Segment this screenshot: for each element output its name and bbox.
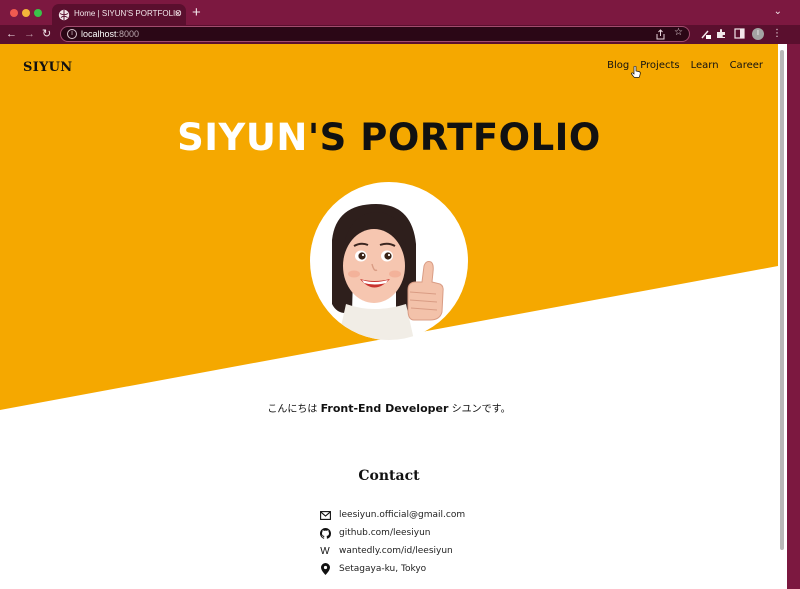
side-panel-icon[interactable] bbox=[734, 28, 745, 39]
greeting-suffix: シユンです。 bbox=[448, 404, 511, 415]
hero-title-rest: 'S PORTFOLIO bbox=[307, 116, 601, 159]
contact-item-github[interactable]: github.com/leesiyun bbox=[319, 524, 465, 542]
mail-icon bbox=[319, 509, 331, 521]
extension-icon[interactable] bbox=[700, 28, 712, 40]
greeting-text: こんにちは Front-End Developer シユンです。 bbox=[0, 400, 778, 415]
share-icon[interactable] bbox=[656, 29, 665, 40]
contact-item-location: Setagaya-ku, Tokyo bbox=[319, 560, 465, 578]
contact-heading: Contact bbox=[358, 468, 420, 484]
nav-link-projects[interactable]: Projects bbox=[640, 60, 679, 71]
browser-toolbar: ← → ↻ i localhost:8000 ☆ I ⋮ bbox=[0, 25, 800, 44]
tab-search-chevron-icon[interactable]: ⌄ bbox=[774, 6, 782, 17]
contact-wantedly-text[interactable]: wantedly.com/id/leesiyun bbox=[339, 546, 453, 556]
profile-avatar[interactable]: I bbox=[752, 28, 764, 40]
reload-button[interactable]: ↻ bbox=[42, 27, 51, 41]
contact-location-text: Setagaya-ku, Tokyo bbox=[339, 564, 427, 574]
new-tab-button[interactable]: + bbox=[192, 5, 201, 20]
contact-list: leesiyun.official@gmail.com github.com/l… bbox=[319, 506, 465, 578]
hero-title: SIYUN'S PORTFOLIO bbox=[0, 116, 778, 159]
close-tab-icon[interactable]: × bbox=[175, 7, 181, 21]
browser-tab-active[interactable]: Home | SIYUN'S PORTFOLIO × bbox=[52, 4, 186, 27]
location-pin-icon bbox=[319, 563, 331, 575]
site-info-icon[interactable]: i bbox=[67, 29, 77, 39]
contact-email-text[interactable]: leesiyun.official@gmail.com bbox=[339, 510, 465, 520]
contact-github-text[interactable]: github.com/leesiyun bbox=[339, 528, 430, 538]
memoji-illustration bbox=[332, 204, 444, 340]
contact-item-email[interactable]: leesiyun.official@gmail.com bbox=[319, 506, 465, 524]
back-button[interactable]: ← bbox=[6, 27, 17, 41]
address-bar[interactable]: i localhost:8000 ☆ bbox=[60, 26, 690, 42]
browser-menu-icon[interactable]: ⋮ bbox=[772, 28, 782, 40]
greeting-prefix: こんにちは bbox=[267, 404, 321, 415]
extensions-puzzle-icon[interactable] bbox=[716, 28, 727, 39]
nav-link-learn[interactable]: Learn bbox=[691, 60, 719, 71]
nav-link-blog[interactable]: Blog bbox=[607, 60, 629, 71]
greeting-role: Front-End Developer bbox=[320, 402, 449, 415]
favicon-icon bbox=[58, 9, 70, 21]
hand-cursor-icon bbox=[631, 66, 641, 78]
minimize-window-button[interactable] bbox=[22, 9, 30, 17]
url-host: localhost bbox=[81, 29, 117, 39]
url-port: :8000 bbox=[116, 29, 140, 39]
site-logo[interactable]: SIYUN bbox=[23, 60, 72, 75]
nav-link-career[interactable]: Career bbox=[730, 60, 763, 71]
page-scrollbar[interactable] bbox=[778, 44, 787, 589]
hero-title-name: SIYUN bbox=[177, 116, 308, 159]
browser-tab-bar: Home | SIYUN'S PORTFOLIO × + ⌄ bbox=[0, 0, 800, 27]
window-frame-right bbox=[787, 44, 800, 589]
bookmark-star-icon[interactable]: ☆ bbox=[674, 27, 683, 38]
tab-title: Home | SIYUN'S PORTFOLIO bbox=[74, 9, 182, 18]
wantedly-icon: W bbox=[320, 545, 330, 557]
url-text: localhost:8000 bbox=[81, 29, 139, 39]
profile-avatar-image bbox=[310, 182, 468, 340]
forward-button[interactable]: → bbox=[24, 27, 35, 41]
github-icon bbox=[319, 527, 331, 539]
maximize-window-button[interactable] bbox=[34, 9, 42, 17]
page-viewport: SIYUN Blog Projects Learn Career SIYUN'S… bbox=[0, 44, 778, 589]
close-window-button[interactable] bbox=[10, 9, 18, 17]
contact-item-wantedly[interactable]: W wantedly.com/id/leesiyun bbox=[319, 542, 465, 560]
scrollbar-thumb[interactable] bbox=[780, 50, 784, 550]
